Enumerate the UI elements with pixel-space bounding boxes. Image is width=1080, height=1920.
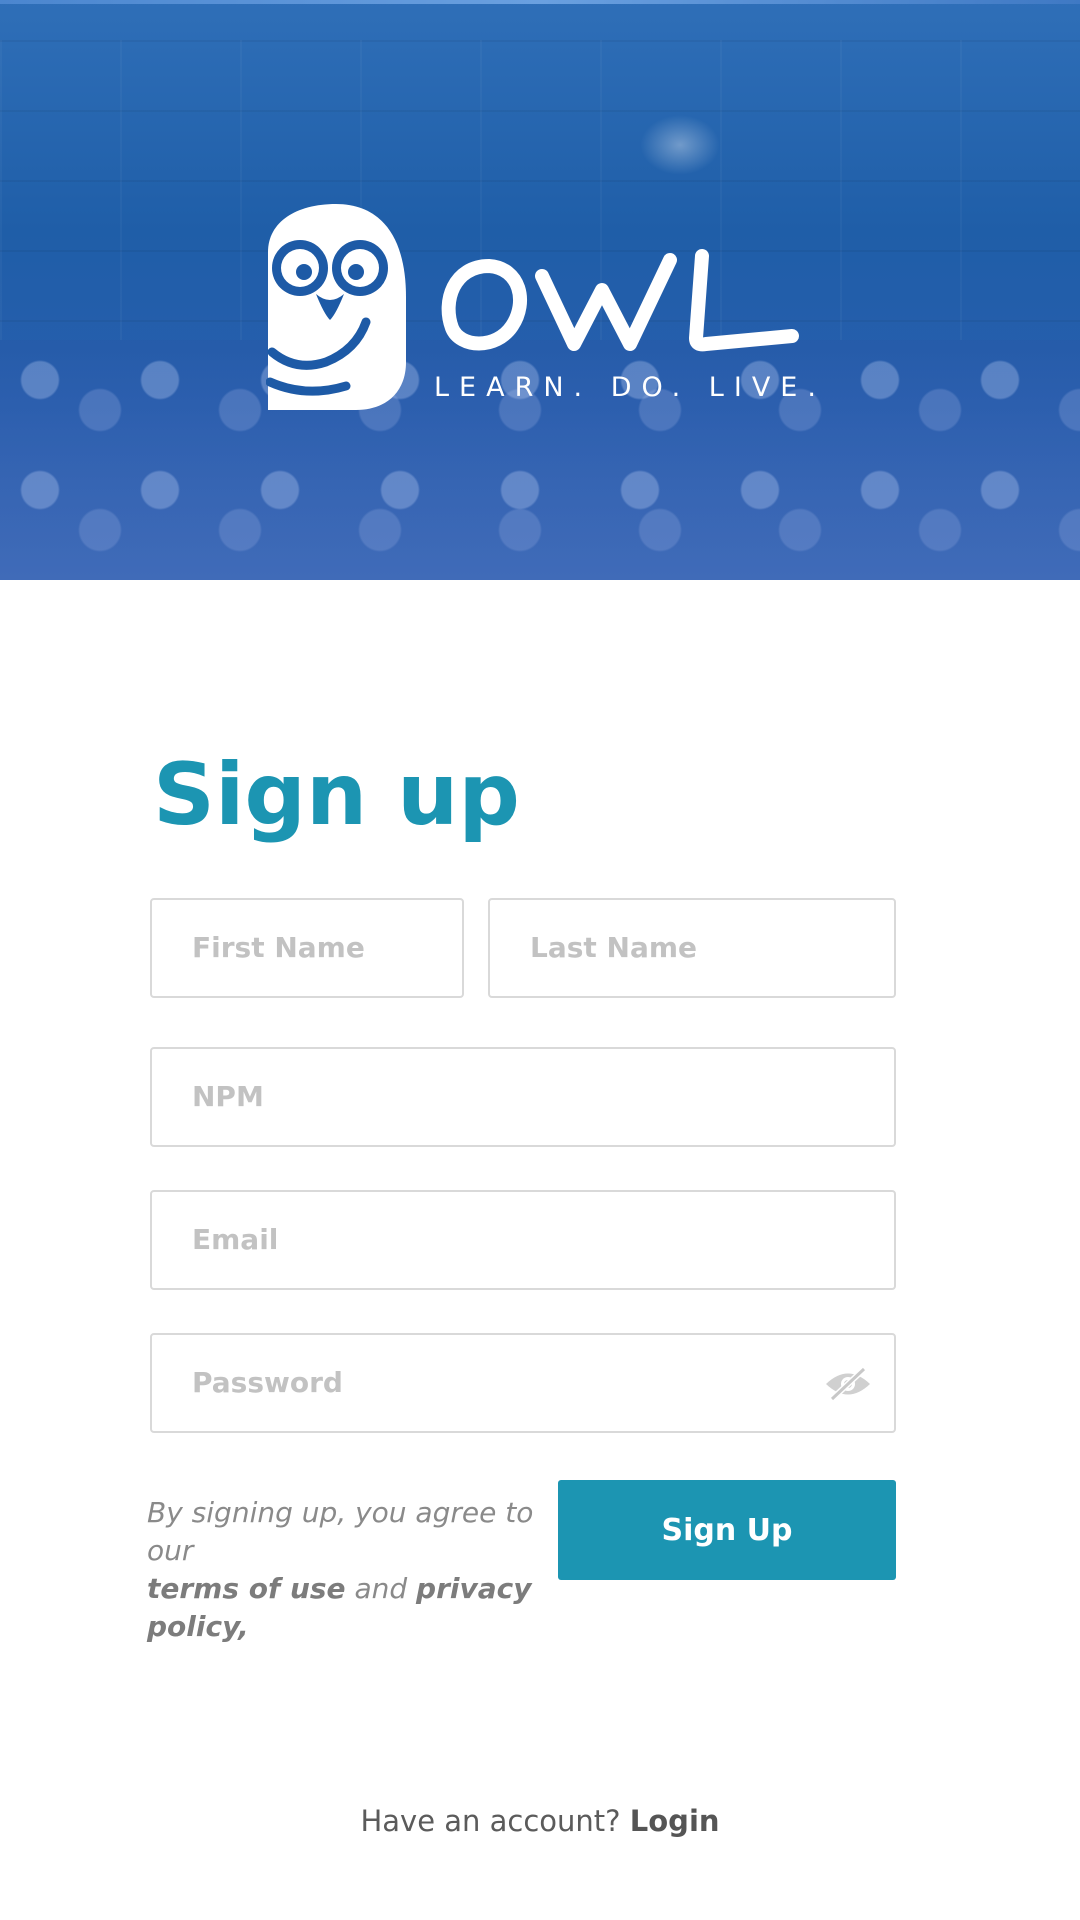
npm-field[interactable]: NPM	[150, 1047, 896, 1147]
sign-up-button[interactable]: Sign Up	[558, 1480, 896, 1580]
login-link[interactable]: Login	[630, 1804, 720, 1838]
page-title: Sign up	[153, 745, 520, 845]
owl-wordmark	[441, 249, 799, 352]
owl-logo: LEARN. DO. LIVE.	[266, 202, 826, 412]
terms-notice: By signing up, you agree to our terms of…	[147, 1494, 547, 1646]
owl-mascot-icon	[266, 204, 406, 410]
first-name-field[interactable]: First Name	[150, 898, 464, 998]
banner-top-line	[0, 0, 1080, 4]
terms-of-use-link[interactable]: terms of use	[147, 1572, 346, 1605]
last-name-field[interactable]: Last Name	[488, 898, 896, 998]
last-name-placeholder: Last Name	[530, 931, 698, 964]
brand-tagline: LEARN. DO. LIVE.	[434, 372, 826, 403]
terms-conjunction: and	[354, 1572, 408, 1605]
password-placeholder: Password	[192, 1366, 343, 1399]
password-field[interactable]: Password	[150, 1333, 896, 1433]
login-prompt: Have an account? Login	[0, 1804, 1080, 1838]
login-prompt-text: Have an account?	[360, 1804, 621, 1838]
email-field[interactable]: Email	[150, 1190, 896, 1290]
email-placeholder: Email	[192, 1223, 279, 1256]
first-name-placeholder: First Name	[192, 931, 365, 964]
terms-prefix: By signing up, you agree to our	[147, 1496, 534, 1567]
eye-slash-icon[interactable]	[824, 1367, 872, 1401]
header-banner: LEARN. DO. LIVE.	[0, 0, 1080, 580]
npm-placeholder: NPM	[192, 1080, 264, 1113]
banner-ceiling-light	[640, 115, 720, 175]
